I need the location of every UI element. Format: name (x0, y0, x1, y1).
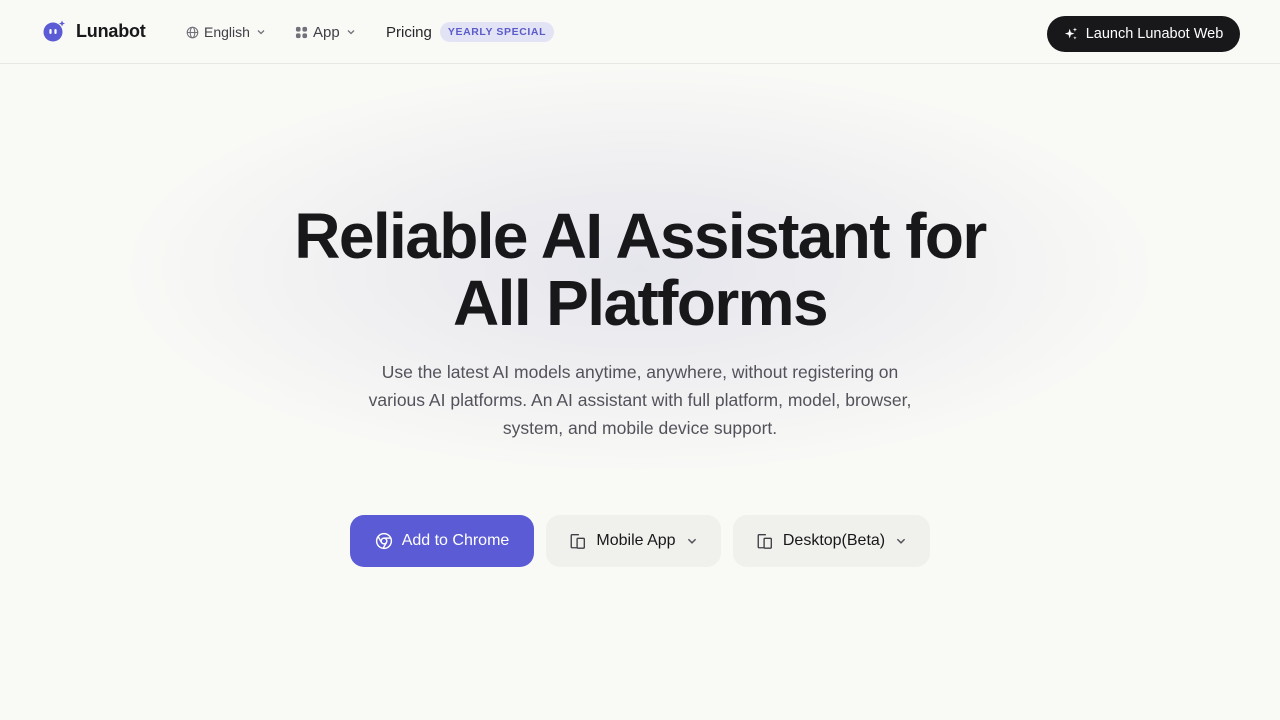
add-to-chrome-button[interactable]: Add to Chrome (350, 515, 534, 567)
sparkle-icon (1064, 27, 1078, 41)
hero-subtitle-line-2: various AI platforms. An AI assistant wi… (368, 390, 912, 410)
brand-home-link[interactable]: Lunabot (42, 19, 146, 43)
launch-lunabot-web-button[interactable]: Launch Lunabot Web (1047, 16, 1240, 52)
language-label: English (204, 24, 250, 40)
globe-icon (186, 26, 199, 39)
brand-name: Lunabot (76, 20, 146, 41)
lunabot-logo-icon (43, 20, 65, 42)
chevron-down-icon (895, 535, 907, 547)
hero-title: Reliable AI Assistant for All Platforms (140, 203, 1140, 337)
top-navigation-bar: Lunabot English App Pricing YEARLY SPECI… (0, 0, 1280, 64)
app-menu[interactable]: App (295, 20, 356, 44)
chevron-down-icon (686, 535, 698, 547)
desktop-beta-label: Desktop(Beta) (782, 532, 886, 549)
hero-subtitle: Use the latest AI models anytime, anywhe… (340, 358, 940, 442)
hero-title-line-2: All Platforms (453, 267, 829, 339)
pricing-label: Pricing (386, 23, 432, 41)
language-selector[interactable]: English (186, 20, 266, 44)
yearly-special-badge: YEARLY SPECIAL (439, 22, 555, 42)
chevron-down-icon (346, 27, 356, 37)
launch-label: Launch Lunabot Web (1085, 26, 1224, 42)
pricing-link[interactable]: Pricing YEARLY SPECIAL (386, 20, 555, 44)
chevron-down-icon (256, 27, 266, 37)
add-to-chrome-label: Add to Chrome (401, 532, 510, 549)
hero-subtitle-line-3: system, and mobile device support. (502, 418, 778, 438)
devices-icon (569, 532, 587, 550)
devices-icon (756, 532, 774, 550)
desktop-beta-button[interactable]: Desktop(Beta) (733, 515, 930, 567)
grid-icon (295, 26, 308, 39)
chrome-icon (375, 532, 393, 550)
mobile-app-label: Mobile App (596, 532, 676, 549)
hero-title-line-1: Reliable AI Assistant for (294, 200, 987, 272)
mobile-app-button[interactable]: Mobile App (546, 515, 721, 567)
app-menu-label: App (313, 23, 340, 41)
hero-subtitle-line-1: Use the latest AI models anytime, anywhe… (381, 362, 899, 382)
